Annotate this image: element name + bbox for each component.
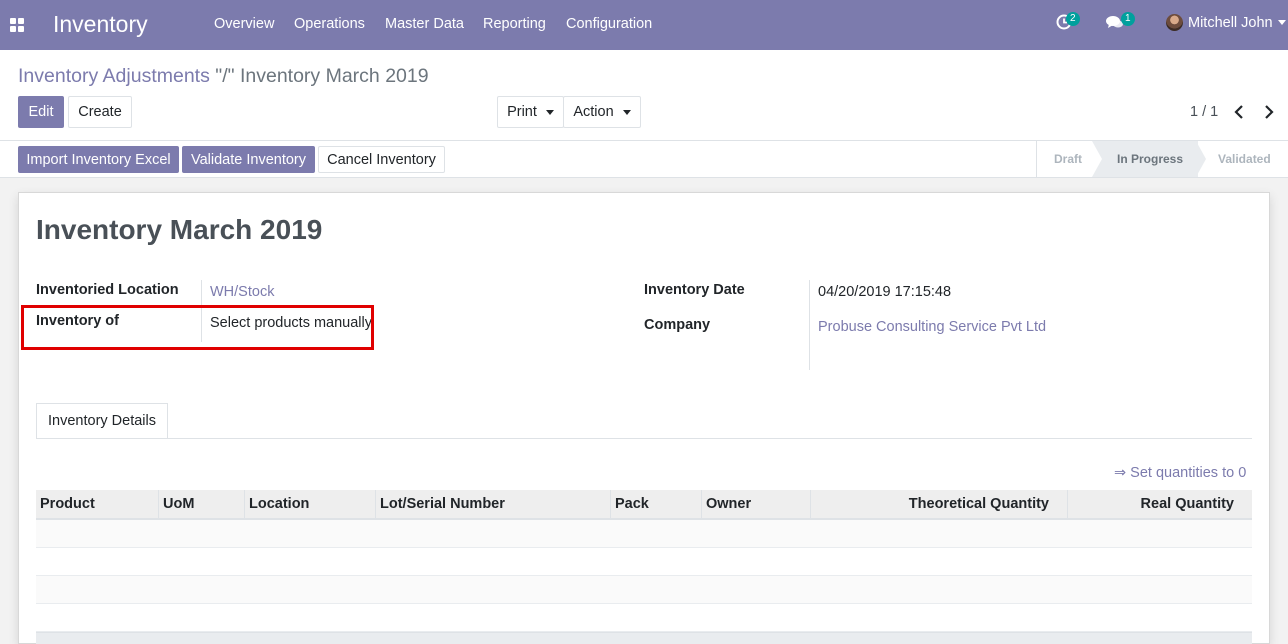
- activity-button[interactable]: 2: [1056, 12, 1080, 33]
- column-lot-serial[interactable]: Lot/Serial Number: [375, 490, 610, 518]
- field-divider: [809, 280, 810, 370]
- avatar: [1166, 14, 1183, 31]
- messages-button[interactable]: 1: [1106, 12, 1135, 33]
- inventory-date-field[interactable]: 04/20/2019 17:15:48: [818, 284, 951, 300]
- table-header: Product UoM Location Lot/Serial Number P…: [36, 490, 1252, 520]
- column-pack[interactable]: Pack: [610, 490, 701, 518]
- action-label: Action: [573, 104, 614, 120]
- import-excel-button[interactable]: Import Inventory Excel: [18, 146, 179, 173]
- pager-value[interactable]: 1 / 1: [1190, 104, 1218, 120]
- menu-operations[interactable]: Operations: [294, 16, 365, 32]
- highlight-box: [21, 305, 374, 350]
- breadcrumb-parent[interactable]: Inventory Adjustments: [18, 65, 210, 87]
- user-name: Mitchell John: [1188, 14, 1273, 31]
- table-footer: [36, 632, 1252, 644]
- stage-draft[interactable]: Draft: [1054, 141, 1082, 177]
- company-field[interactable]: Probuse Consulting Service Pvt Ltd: [818, 319, 1046, 335]
- status-stages: Draft In Progress Validated: [1036, 141, 1288, 177]
- create-button[interactable]: Create: [68, 96, 132, 128]
- stage-in-progress[interactable]: In Progress: [1102, 141, 1198, 177]
- table-row[interactable]: [36, 548, 1252, 576]
- breadcrumb-current: Inventory March 2019: [239, 65, 429, 87]
- chevron-down-icon: [622, 109, 631, 115]
- user-menu[interactable]: Mitchell John: [1166, 14, 1286, 31]
- menu-overview[interactable]: Overview: [214, 16, 274, 32]
- menu-configuration[interactable]: Configuration: [566, 16, 652, 32]
- breadcrumb: Inventory Adjustments "/" Inventory Marc…: [18, 65, 429, 88]
- stage-validated[interactable]: Validated: [1218, 141, 1271, 177]
- chevron-left-icon[interactable]: [1232, 104, 1246, 120]
- table-row[interactable]: [36, 576, 1252, 604]
- activity-badge: 2: [1066, 12, 1080, 26]
- menu-reporting[interactable]: Reporting: [483, 16, 546, 32]
- tab-inventory-details[interactable]: Inventory Details: [36, 403, 168, 439]
- column-owner[interactable]: Owner: [701, 490, 810, 518]
- table-row[interactable]: [36, 604, 1252, 632]
- chevron-right-icon[interactable]: [1262, 104, 1276, 120]
- breadcrumb-separator: "/": [215, 65, 235, 87]
- menu-master-data[interactable]: Master Data: [385, 16, 464, 32]
- messages-badge: 1: [1121, 12, 1135, 26]
- column-product[interactable]: Product: [36, 490, 158, 518]
- location-label: Inventoried Location: [36, 282, 179, 298]
- action-dropdown[interactable]: Action: [563, 96, 641, 128]
- column-theoretical-quantity[interactable]: Theoretical Quantity: [810, 490, 1067, 518]
- top-navbar: Inventory Overview Operations Master Dat…: [0, 0, 1288, 50]
- set-quantities-link[interactable]: ⇒ Set quantities to 0: [1114, 465, 1246, 481]
- location-field[interactable]: WH/Stock: [210, 284, 274, 300]
- inventory-date-label: Inventory Date: [644, 282, 745, 298]
- chevron-down-icon: [545, 109, 554, 115]
- print-label: Print: [507, 104, 537, 120]
- table-row[interactable]: [36, 520, 1252, 548]
- stage-arrow-tip: [1194, 141, 1206, 177]
- cancel-inventory-button[interactable]: Cancel Inventory: [318, 146, 445, 173]
- chevron-down-icon: [1277, 20, 1286, 25]
- company-label: Company: [644, 317, 711, 333]
- apps-menu-icon[interactable]: [10, 18, 24, 32]
- column-real-quantity[interactable]: Real Quantity: [1067, 490, 1252, 518]
- column-location[interactable]: Location: [244, 490, 375, 518]
- tab-divider: [36, 438, 1252, 439]
- edit-button[interactable]: Edit: [18, 96, 64, 128]
- validate-inventory-button[interactable]: Validate Inventory: [182, 146, 315, 173]
- status-bar: Import Inventory Excel Validate Inventor…: [0, 140, 1288, 178]
- app-title: Inventory: [53, 11, 148, 37]
- form-title: Inventory March 2019: [36, 214, 323, 245]
- column-uom[interactable]: UoM: [158, 490, 244, 518]
- print-dropdown[interactable]: Print: [497, 96, 564, 128]
